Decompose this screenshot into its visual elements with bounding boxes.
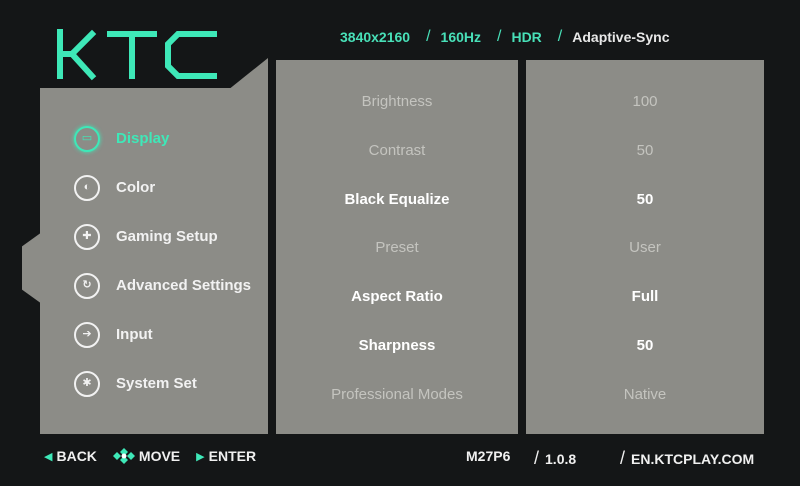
spec-bar: 3840x2160 / 160Hz / HDR / Adaptive-Sync: [340, 26, 670, 48]
back-label: BACK: [56, 448, 97, 464]
menu-item-label: Display: [116, 130, 170, 147]
dpad-icon: [112, 448, 135, 464]
menu-item-label: Advanced Settings: [116, 277, 252, 294]
footer-separator: /: [620, 448, 626, 468]
panel-side-tab: [22, 232, 42, 304]
version-info: / 1.0.8: [534, 448, 576, 469]
settings-labels-panel: Brightness Contrast Black Equalize Prese…: [276, 60, 518, 434]
back-hint[interactable]: ◀ BACK: [44, 448, 97, 464]
spec-hdr: HDR: [511, 29, 542, 45]
setting-label-professional-modes[interactable]: Professional Modes: [276, 385, 518, 405]
enter-hint[interactable]: ▶ ENTER: [196, 448, 256, 464]
footer-bar: ◀ BACK MOVE ▶ ENTER M27P6 / 1.0.8 / EN.K…: [0, 444, 800, 474]
spec-separator: /: [557, 28, 563, 45]
spec-separator: /: [497, 28, 502, 45]
spec-sync: Adaptive-Sync: [572, 29, 670, 45]
model-number: M27P6: [466, 448, 511, 464]
display-icon: ▭: [74, 125, 100, 152]
setting-value-contrast: 50: [636, 142, 654, 159]
setting-value-brightness: 100: [632, 93, 658, 110]
move-hint[interactable]: MOVE: [112, 448, 181, 464]
setting-label-black-equalize[interactable]: Black Equalize: [276, 190, 518, 210]
website-info: / EN.KTCPLAY.COM: [620, 448, 754, 469]
gear-icon: ✱: [74, 370, 100, 397]
website-url: EN.KTCPLAY.COM: [631, 450, 755, 467]
menu-item-label: Input: [116, 326, 153, 343]
menu-item-label: System Set: [116, 375, 197, 392]
panel-notch: [228, 58, 268, 90]
setting-value-professional-modes: Native: [623, 386, 667, 403]
ktc-logo-graphic: [57, 29, 217, 81]
settings-values-panel: 100 50 50 User Full 50 Native: [526, 60, 764, 434]
setting-label-preset[interactable]: Preset: [276, 238, 518, 258]
gamepad-icon: ✚: [74, 223, 100, 250]
osd-screen: 3840x2160 / 160Hz / HDR / Adaptive-Sync …: [0, 0, 800, 486]
setting-value-aspect-ratio: Full: [631, 288, 659, 305]
nav-hints: ◀ BACK MOVE ▶ ENTER: [44, 448, 256, 464]
input-icon: ➔: [74, 321, 100, 348]
model-info: M27P6: [466, 448, 510, 464]
footer-separator: /: [534, 448, 540, 468]
menu-item-label: Gaming Setup: [116, 228, 218, 245]
enter-arrow-icon: ▶: [196, 450, 205, 463]
menu-item-input[interactable]: ➔ Input: [74, 310, 264, 359]
firmware-version: 1.0.8: [545, 450, 577, 467]
setting-label-aspect-ratio[interactable]: Aspect Ratio: [276, 287, 518, 307]
advanced-settings-icon: ↻: [74, 272, 100, 299]
setting-value-sharpness: 50: [636, 337, 654, 354]
move-label: MOVE: [138, 448, 181, 464]
ktc-logo: [52, 26, 222, 82]
menu-item-display[interactable]: ▭ Display: [74, 114, 264, 163]
setting-value-preset: User: [629, 239, 661, 256]
spec-resolution: 3840x2160: [340, 29, 411, 45]
setting-label-sharpness[interactable]: Sharpness: [276, 336, 518, 356]
setting-value-black-equalize: 50: [636, 191, 654, 208]
main-menu: ▭ Display ◐ Color ✚ Gaming Setup ↻ Advan…: [74, 114, 264, 408]
setting-label-brightness[interactable]: Brightness: [276, 92, 518, 112]
back-arrow-icon: ◀: [44, 450, 53, 463]
spec-refresh: 160Hz: [440, 29, 481, 45]
menu-item-advanced-settings[interactable]: ↻ Advanced Settings: [74, 261, 264, 310]
menu-item-color[interactable]: ◐ Color: [74, 163, 264, 212]
menu-item-gaming-setup[interactable]: ✚ Gaming Setup: [74, 212, 264, 261]
menu-item-label: Color: [116, 179, 156, 196]
setting-label-contrast[interactable]: Contrast: [276, 141, 518, 161]
enter-label: ENTER: [208, 448, 257, 464]
spec-separator: /: [426, 28, 431, 45]
menu-item-system-set[interactable]: ✱ System Set: [74, 359, 264, 408]
color-icon: ◐: [74, 174, 100, 201]
